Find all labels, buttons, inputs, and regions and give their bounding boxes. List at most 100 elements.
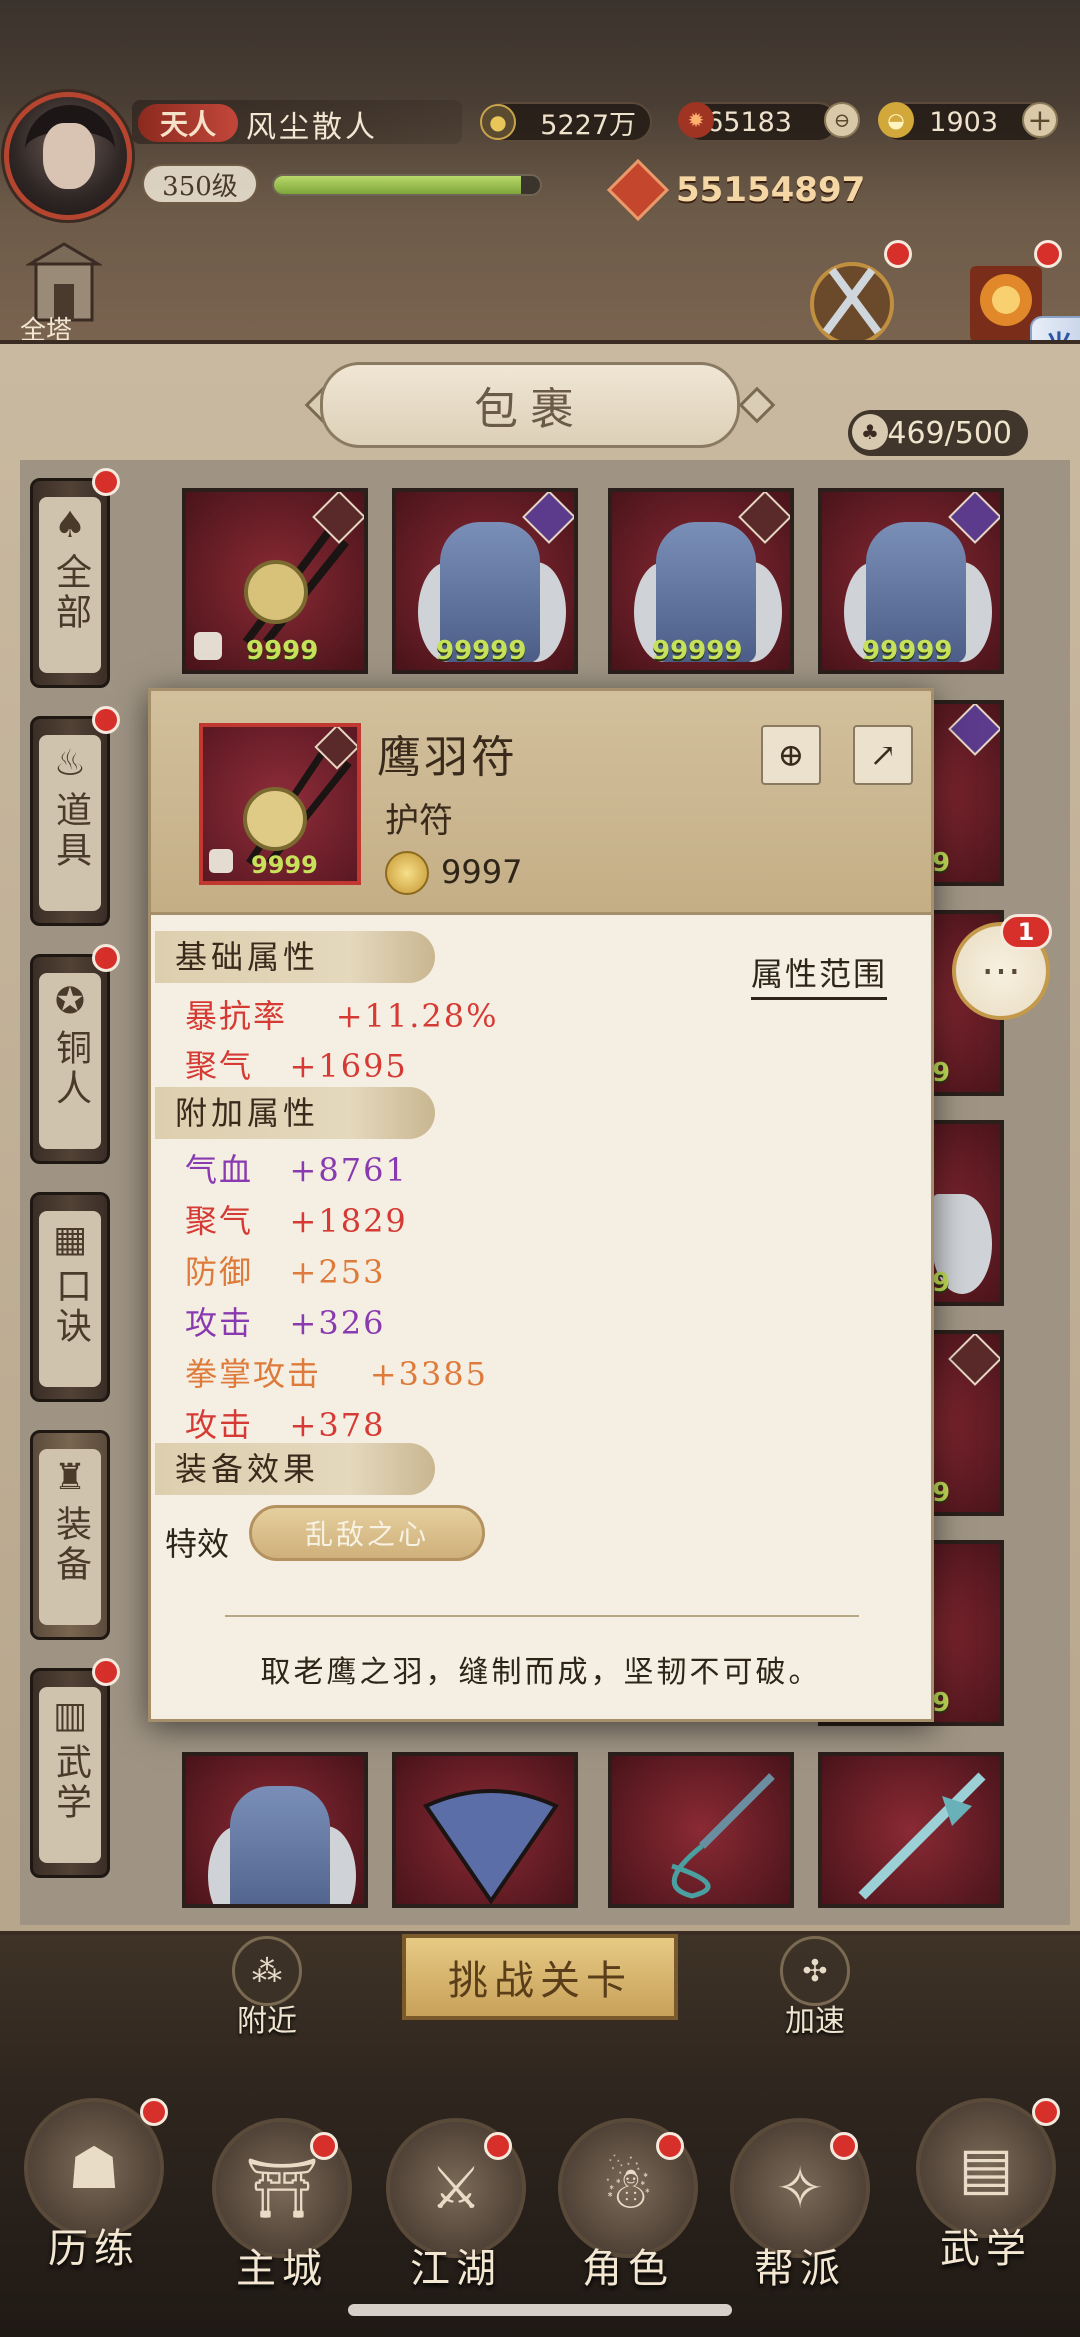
swords-notification-dot bbox=[884, 240, 912, 268]
item-qty: 99999 bbox=[652, 636, 743, 666]
tab-martial-dot bbox=[92, 1658, 120, 1686]
rarity-badge bbox=[948, 1334, 1000, 1386]
item-qty: 99999 bbox=[436, 636, 527, 666]
item-name: 鹰羽符 bbox=[377, 732, 518, 783]
whip-sword-icon bbox=[671, 1773, 775, 1899]
ruby-icon: ✹ bbox=[678, 102, 714, 138]
item-cell[interactable] bbox=[608, 1752, 794, 1908]
nav-character-dot bbox=[656, 2132, 684, 2160]
currency-icon bbox=[385, 851, 429, 895]
nav-jianghu-dot bbox=[484, 2132, 512, 2160]
item-cell[interactable]: 99999 bbox=[392, 488, 578, 674]
tab-equipment[interactable]: ♜ 装备 bbox=[30, 1430, 110, 1640]
nav-guild-dot bbox=[830, 2132, 858, 2160]
nav-martial-dot bbox=[1032, 2098, 1060, 2126]
power-value: 55154897 bbox=[676, 170, 866, 210]
nav-jianghu[interactable]: ⚔ 江湖 bbox=[376, 2118, 536, 2308]
tab-bronze[interactable]: ✪ 铜人 bbox=[30, 954, 110, 1164]
lock-button[interactable]: ⊕ bbox=[761, 725, 821, 785]
lock-icon bbox=[194, 632, 222, 660]
coin-value: 5227万 bbox=[540, 109, 636, 141]
player-name: 风尘散人 bbox=[246, 110, 378, 145]
item-cell[interactable]: 99999 bbox=[608, 488, 794, 674]
player-avatar[interactable] bbox=[4, 92, 132, 220]
effect-label: 特效 bbox=[165, 1525, 230, 1563]
gold-ingot-icon: ◒ bbox=[878, 102, 914, 138]
fan-item-icon bbox=[423, 1789, 559, 1904]
attr-row: 气血 +8761 bbox=[185, 1151, 408, 1189]
lock-icon bbox=[209, 849, 233, 873]
attr-row: 聚气 +1695 bbox=[185, 1047, 408, 1085]
armor-icon: ♜ bbox=[53, 1457, 87, 1498]
add-ruby-icon[interactable]: ⊖ bbox=[824, 102, 860, 138]
xp-fill bbox=[274, 176, 522, 194]
attr-row: 暴抗率 +11.28% bbox=[185, 997, 499, 1035]
coin-icon: ● bbox=[480, 104, 516, 140]
tab-mantra[interactable]: ▦ 口诀 bbox=[30, 1192, 110, 1402]
item-flavor-text: 取老鹰之羽，缝制而成，坚韧不可破。 bbox=[260, 1655, 822, 1690]
tab-bronze-dot bbox=[92, 944, 120, 972]
level-badge: 350级 bbox=[142, 164, 258, 204]
share-button[interactable]: ↗ bbox=[853, 725, 913, 785]
item-price: 9997 bbox=[441, 853, 523, 891]
item-qty: 9 bbox=[932, 848, 951, 878]
challenge-stage-button[interactable]: 挑战关卡 bbox=[402, 1934, 678, 2020]
base-attrs-title: 基础属性 bbox=[155, 931, 435, 983]
detail-icon-qty: 9999 bbox=[251, 851, 318, 879]
rarity-badge bbox=[948, 704, 1000, 756]
bag-icon: ♣ bbox=[852, 414, 888, 450]
item-qty: 9 bbox=[932, 1058, 951, 1088]
attr-row: 攻击 +326 bbox=[185, 1304, 386, 1342]
add-ingot-icon[interactable]: + bbox=[1022, 102, 1058, 138]
rank-badge: 天人 bbox=[138, 104, 238, 142]
scroll-icon: ▦ bbox=[52, 1219, 87, 1260]
item-cell[interactable]: 9999 bbox=[182, 488, 368, 674]
effect-title: 装备效果 bbox=[155, 1443, 435, 1495]
item-qty: 99999 bbox=[862, 636, 953, 666]
bag-title: 包裹 bbox=[320, 362, 740, 448]
attr-row: 拳掌攻击 +3385 bbox=[185, 1355, 488, 1393]
item-qty: 9 bbox=[932, 1478, 951, 1508]
nav-training-dot bbox=[140, 2098, 168, 2126]
attribute-range-link[interactable]: 属性范围 bbox=[751, 949, 888, 1000]
nearby-button[interactable]: ⁂ 附近 bbox=[222, 1936, 312, 2040]
speedup-button[interactable]: ✣ 加速 bbox=[770, 1936, 860, 2040]
attr-row: 防御 +253 bbox=[185, 1253, 386, 1291]
item-qty: 9999 bbox=[246, 636, 319, 666]
tab-items-dot bbox=[92, 706, 120, 734]
tab-all[interactable]: ♠ 全部 bbox=[30, 478, 110, 688]
item-cell[interactable] bbox=[182, 1752, 368, 1908]
home-indicator[interactable] bbox=[348, 2304, 732, 2316]
tab-martial[interactable]: ▥ 武学 bbox=[30, 1668, 110, 1878]
item-qty: 9 bbox=[932, 1688, 951, 1718]
bronze-figure-icon: ✪ bbox=[54, 981, 86, 1022]
nav-training[interactable]: ☗ 历练 bbox=[14, 2098, 174, 2288]
item-cell[interactable] bbox=[392, 1752, 578, 1908]
robe-icon bbox=[230, 1786, 330, 1904]
extra-attrs-title: 附加属性 bbox=[155, 1087, 435, 1139]
book-icon: ▥ bbox=[52, 1695, 87, 1736]
ingot-value: 1903 bbox=[929, 106, 998, 138]
tab-all-dot bbox=[92, 468, 120, 496]
share-icon: ↗ bbox=[869, 736, 897, 774]
item-type: 护符 bbox=[385, 801, 453, 841]
swords-icon[interactable] bbox=[802, 252, 902, 342]
tab-items[interactable]: ♨ 道具 bbox=[30, 716, 110, 926]
item-cell[interactable]: 99999 bbox=[818, 488, 1004, 674]
lock-icon: ⊕ bbox=[777, 736, 805, 774]
item-qty: 9 bbox=[932, 1268, 951, 1298]
nav-main-city[interactable]: ⛩ 主城 bbox=[202, 2118, 362, 2308]
item-cell[interactable] bbox=[818, 1752, 1004, 1908]
item-detail-popup: 9999 鹰羽符 护符 9997 ⊕ ↗ 基础属性 属性范围 暴抗率 +11.2… bbox=[148, 688, 934, 1722]
fan-icon: ♠ bbox=[53, 505, 87, 546]
nav-city-dot bbox=[310, 2132, 338, 2160]
chat-icon: ⋯ bbox=[981, 948, 1021, 994]
detail-item-icon: 9999 bbox=[199, 723, 361, 885]
attr-row: 聚气 +1829 bbox=[185, 1202, 408, 1240]
blade-icon bbox=[858, 1772, 986, 1900]
attr-row: 攻击 +378 bbox=[185, 1406, 386, 1444]
pouch-icon: ♨ bbox=[53, 743, 87, 784]
nav-martial-arts[interactable]: ▤ 武学 bbox=[906, 2098, 1066, 2288]
nav-character[interactable]: ☃ 角色 bbox=[548, 2118, 708, 2308]
effect-name-button[interactable]: 乱敌之心 bbox=[249, 1505, 485, 1561]
